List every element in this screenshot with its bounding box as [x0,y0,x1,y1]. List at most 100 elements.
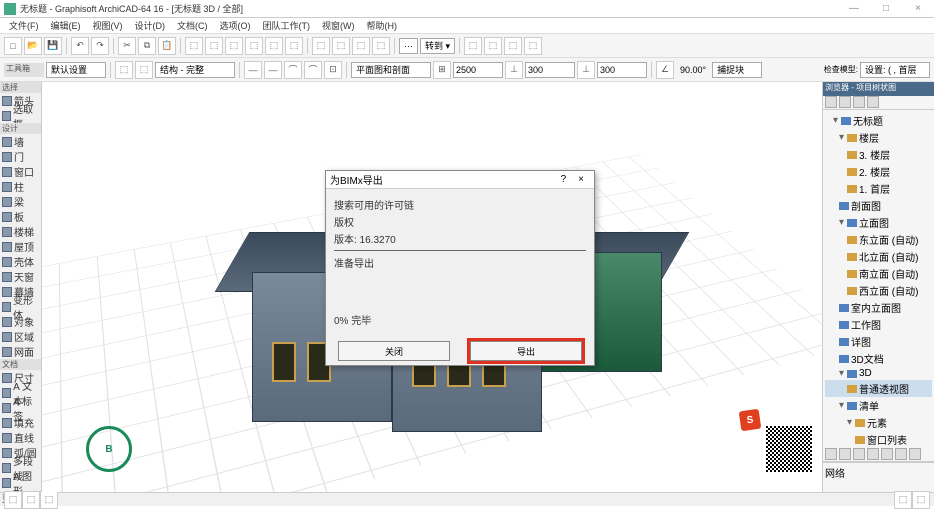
snap-combo[interactable]: 捕捉块 [712,62,762,78]
menu-design[interactable]: 设计(D) [130,19,171,32]
menu-edit[interactable]: 编辑(E) [46,19,86,32]
tree-interior[interactable]: 室内立面图 [825,299,932,316]
tool-icon[interactable]: ⬚ [332,37,350,55]
tree-elev[interactable]: 东立面 (自动) [825,231,932,248]
tree-element[interactable]: ▾元素 [825,414,932,431]
paste-icon[interactable]: 📋 [158,37,176,55]
menu-teamwork[interactable]: 团队工作(T) [258,19,316,32]
dialog-help-button[interactable]: ? [555,174,573,185]
nav-icon[interactable] [853,448,865,460]
tree-worksheets[interactable]: 工作图 [825,316,932,333]
tool-icon[interactable]: ⬚ [205,37,223,55]
navigate-dropdown[interactable]: 转到 ▾ [420,38,455,54]
tool-line[interactable]: 直线 [0,430,41,445]
tool-mesh[interactable]: 网面 [0,344,41,359]
dropdown[interactable]: ··· [399,38,418,54]
line-icon[interactable]: ⊡ [324,61,342,79]
line-icon[interactable]: — [244,61,262,79]
view-combo[interactable]: 平面图和剖面 [351,62,431,78]
tool-icon[interactable]: ⬚ [225,37,243,55]
value-input-2[interactable] [525,62,575,78]
nav-icon[interactable] [825,448,837,460]
menu-options[interactable]: 选项(O) [215,19,256,32]
tree-floors[interactable]: ▾楼层 [825,129,932,146]
tree-3d[interactable]: ▾3D [825,367,932,380]
nav-icon[interactable] [895,448,907,460]
default-settings[interactable]: 默认设置 [46,62,106,78]
tool-icon[interactable]: ⬚ [464,37,482,55]
tool-skylight[interactable]: 天窗 [0,269,41,284]
structure-combo[interactable]: 结构 - 完整 [155,62,235,78]
undo-icon[interactable]: ↶ [71,37,89,55]
cut-icon[interactable]: ✂ [118,37,136,55]
tree-root[interactable]: ▾无标题 [825,112,932,129]
menu-window[interactable]: 视窗(W) [317,19,360,32]
tree-details[interactable]: 详图 [825,333,932,350]
tree-floor[interactable]: 2. 楼层 [825,163,932,180]
tree-elev[interactable]: 南立面 (自动) [825,265,932,282]
tool-icon[interactable]: ⬚ [484,37,502,55]
tool-shell[interactable]: 壳体 [0,254,41,269]
dialog-close-button[interactable]: × [572,174,590,185]
save-icon[interactable]: 💾 [44,37,62,55]
line-icon[interactable]: — [264,61,282,79]
value-input-1[interactable] [453,62,503,78]
close-button[interactable]: 关闭 [338,341,450,361]
menu-view[interactable]: 视图(V) [88,19,128,32]
open-icon[interactable]: 📂 [24,37,42,55]
tool-morph[interactable]: 变形体 [0,299,41,314]
nav-icon[interactable] [839,448,851,460]
tool-door[interactable]: 门 [0,149,41,164]
tree-schedules[interactable]: ▾清单 [825,397,932,414]
tree-floor[interactable]: 1. 首层 [825,180,932,197]
tool-fill[interactable]: 填充 [0,415,41,430]
menu-help[interactable]: 帮助(H) [362,19,403,32]
menu-file[interactable]: 文件(F) [4,19,44,32]
tree-elev[interactable]: 北立面 (自动) [825,248,932,265]
project-tree[interactable]: ▾无标题 ▾楼层 3. 楼层 2. 楼层 1. 首层 剖面图 ▾立面图 东立面 … [823,110,934,448]
tool-icon[interactable]: ⬚ [372,37,390,55]
tool-icon[interactable]: ⬚ [285,37,303,55]
tree-elev[interactable]: 西立面 (自动) [825,282,932,299]
close-button[interactable]: × [906,3,930,14]
tool-icon[interactable]: ⬚ [312,37,330,55]
tree-3dview[interactable]: 普通透视图 [825,380,932,397]
pos-combo[interactable]: 设置: ( , 首层 [860,62,930,78]
tool-drawing[interactable]: A 图形 [0,475,41,490]
tree-sched[interactable]: 窗口列表 [825,431,932,448]
tree-3ddoc[interactable]: 3D文档 [825,350,932,367]
tool-zone[interactable]: 区域 [0,329,41,344]
tool-icon[interactable]: ⬚ [185,37,203,55]
value-input-3[interactable] [597,62,647,78]
ref-icon[interactable]: ⊞ [433,61,451,79]
tree-floor[interactable]: 3. 楼层 [825,146,932,163]
nav-icon[interactable] [909,448,921,460]
tool-object[interactable]: 对象 [0,314,41,329]
tool-icon[interactable]: ⬚ [352,37,370,55]
tool-beam[interactable]: 梁 [0,194,41,209]
minimize-button[interactable]: — [842,3,866,14]
dim-icon[interactable]: ⊥ [505,61,523,79]
tool-marquee[interactable]: 选取框 [0,108,41,123]
tool-window[interactable]: 窗口 [0,164,41,179]
nav-icon[interactable] [867,96,879,108]
nav-icon[interactable] [867,448,879,460]
tree-sections[interactable]: 剖面图 [825,197,932,214]
new-icon[interactable]: □ [4,37,22,55]
tool-roof[interactable]: 屋顶 [0,239,41,254]
tool-wall[interactable]: 墙 [0,134,41,149]
tool-slab[interactable]: 板 [0,209,41,224]
tool-icon[interactable]: ⬚ [524,37,542,55]
tool-icon[interactable]: ⬚ [245,37,263,55]
nav-icon[interactable] [853,96,865,108]
nav-icon[interactable] [839,96,851,108]
tool-icon[interactable]: ⬚ [115,61,133,79]
tool-label[interactable]: A 标签 [0,400,41,415]
copy-icon[interactable]: ⧉ [138,37,156,55]
tool-column[interactable]: 柱 [0,179,41,194]
tool-icon[interactable]: ⬚ [135,61,153,79]
tool-icon[interactable]: ⬚ [504,37,522,55]
tool-stair[interactable]: 楼梯 [0,224,41,239]
angle-icon[interactable]: ∠ [656,61,674,79]
nav-icon[interactable] [881,448,893,460]
